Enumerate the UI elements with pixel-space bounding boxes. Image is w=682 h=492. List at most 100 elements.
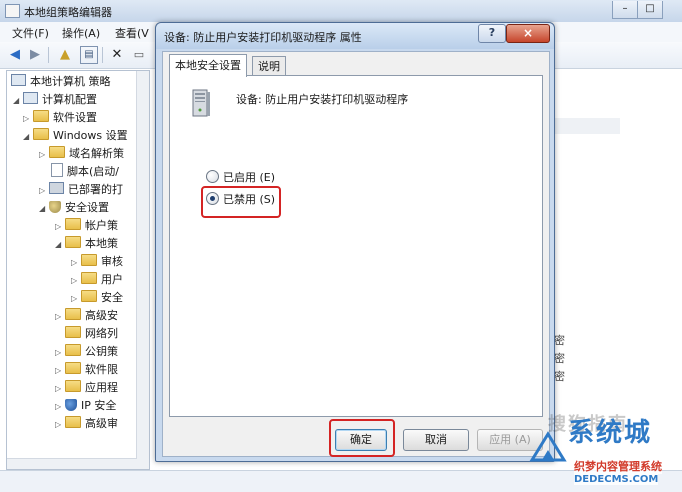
policy-device-label: 设备: 防止用户安装打印机驱动程序	[236, 93, 409, 106]
tree-item-advanced-firewall[interactable]: ▷ 高级安	[55, 307, 118, 325]
collapsed-arrow-icon[interactable]: ▷	[39, 182, 49, 200]
toolbar-separator	[102, 47, 103, 63]
enabled-radio-option[interactable]: 已启用 (E)	[206, 170, 275, 186]
back-arrow-icon[interactable]: ◀	[6, 46, 24, 64]
collapsed-arrow-icon[interactable]: ▷	[55, 362, 65, 380]
properties-dialog: 设备: 防止用户安装打印机驱动程序 属性 ? × 本地安全设置 说明 设备: 防…	[155, 22, 555, 462]
folder-icon	[33, 110, 49, 122]
editor-title: 本地组策略编辑器	[24, 6, 112, 19]
collapsed-arrow-icon[interactable]: ▷	[71, 254, 81, 272]
delete-icon[interactable]: ✕	[108, 46, 126, 64]
menu-file[interactable]: 文件(F)	[12, 25, 49, 41]
folder-lock-icon	[65, 236, 81, 248]
forward-arrow-icon[interactable]: ▶	[26, 46, 44, 64]
document-icon	[51, 163, 63, 177]
folder-icon	[33, 128, 49, 140]
folder-icon	[65, 308, 81, 320]
collapsed-arrow-icon[interactable]: ▷	[55, 398, 65, 416]
expanded-arrow-icon[interactable]: ◢	[55, 236, 65, 254]
tree-item-security-settings[interactable]: ◢ 安全设置	[39, 199, 109, 217]
folder-icon	[65, 380, 81, 392]
policy-row-fragment: 密	[554, 370, 565, 383]
tree-item-name-resolution-policy[interactable]: ▷ 域名解析策	[39, 145, 124, 163]
enabled-radio-button[interactable]	[206, 170, 219, 183]
collapsed-arrow-icon[interactable]: ▷	[55, 344, 65, 362]
dialog-client-area: 本地安全设置 说明 设备: 防止用户安装打印机驱动程序 已启用 (E) 已禁用 …	[162, 51, 550, 457]
tree-item-computer-config[interactable]: ◢ 计算机配置	[13, 91, 97, 109]
tree-item-public-key-policies[interactable]: ▷ 公钥策	[55, 343, 118, 361]
collapsed-arrow-icon[interactable]: ▷	[55, 308, 65, 326]
tree-item-deployed-printers[interactable]: ▷ 已部署的打	[39, 181, 123, 199]
tree-item-local-policies[interactable]: ◢ 本地策	[55, 235, 118, 253]
tree-item-software-settings[interactable]: ▷ 软件设置	[23, 109, 97, 127]
disabled-radio-option[interactable]: 已禁用 (S)	[206, 192, 275, 208]
tree-horizontal-scrollbar[interactable]	[7, 458, 137, 469]
expanded-arrow-icon[interactable]: ◢	[13, 92, 23, 110]
tree-item-windows-settings[interactable]: ◢ Windows 设置	[23, 127, 128, 145]
tree-item-ip-security[interactable]: ▷ IP 安全	[55, 397, 116, 415]
console-tree[interactable]: 本地计算机 策略 ◢ 计算机配置 ▷ 软件设置 ◢ Windows 设置 ▷ 域名解析策…	[6, 70, 150, 470]
policy-row-fragment: 密	[554, 352, 565, 365]
dialog-title: 设备: 防止用户安装打印机驱动程序 属性	[164, 31, 362, 44]
tree-item-advanced-audit[interactable]: ▷ 高级审	[55, 415, 118, 433]
column-header-fragment	[550, 118, 620, 134]
tree-item-audit-policy[interactable]: ▷ 审核	[71, 253, 123, 271]
ip-security-icon	[65, 399, 77, 411]
folder-icon	[65, 326, 81, 338]
collapsed-arrow-icon[interactable]: ▷	[55, 218, 65, 236]
collapsed-arrow-icon[interactable]: ▷	[55, 416, 65, 434]
site-logo-icon	[529, 431, 567, 462]
computer-icon	[23, 92, 38, 104]
disabled-radio-button[interactable]	[206, 192, 219, 205]
collapsed-arrow-icon[interactable]: ▷	[39, 146, 49, 164]
folder-lock-icon	[81, 290, 97, 302]
expanded-arrow-icon[interactable]: ◢	[39, 200, 49, 218]
tree-item-application-control[interactable]: ▷ 应用程	[55, 379, 118, 397]
collapsed-arrow-icon[interactable]: ▷	[71, 290, 81, 308]
tree-vertical-scrollbar[interactable]	[136, 71, 149, 469]
site-subtitle-watermark: 织梦内容管理系统	[574, 458, 662, 474]
policy-row-fragment: 密	[554, 334, 565, 347]
tree-item-local-computer-policy[interactable]: 本地计算机 策略	[11, 73, 111, 91]
toolbar-separator	[48, 47, 49, 63]
tree-item-user-rights[interactable]: ▷ 用户	[71, 271, 123, 289]
tree-item-network-list[interactable]: 网络列	[65, 325, 118, 343]
editor-titlebar: 本地组策略编辑器 – □	[0, 0, 682, 23]
close-button[interactable]: ×	[506, 24, 550, 43]
minimize-button[interactable]: –	[612, 1, 638, 19]
folder-icon	[49, 146, 65, 158]
collapsed-arrow-icon[interactable]: ▷	[55, 380, 65, 398]
tab-panel-local-security-setting: 设备: 防止用户安装打印机驱动程序 已启用 (E) 已禁用 (S)	[169, 75, 543, 417]
site-url-watermark: DEDECMS.COM	[574, 474, 659, 485]
tree-item-security-options[interactable]: ▷ 安全	[71, 289, 123, 307]
device-computer-icon	[192, 89, 210, 117]
tab-explain[interactable]: 说明	[252, 56, 286, 76]
cancel-button[interactable]: 取消	[403, 429, 469, 451]
tree-item-scripts[interactable]: 脚本(启动/	[49, 163, 119, 181]
help-button[interactable]: ?	[478, 24, 506, 43]
properties-icon[interactable]: ▭	[130, 46, 148, 64]
folder-icon	[65, 416, 81, 428]
menu-action[interactable]: 操作(A)	[62, 25, 100, 41]
collapsed-arrow-icon[interactable]: ▷	[23, 110, 33, 128]
collapsed-arrow-icon[interactable]: ▷	[71, 272, 81, 290]
expanded-arrow-icon[interactable]: ◢	[23, 128, 33, 146]
folder-lock-icon	[81, 272, 97, 284]
computer-icon	[11, 74, 26, 86]
folder-lock-icon	[81, 254, 97, 266]
tree-item-account-policies[interactable]: ▷ 帐户策	[55, 217, 118, 235]
editor-app-icon	[5, 4, 20, 18]
folder-icon	[65, 344, 81, 356]
show-hide-tree-icon[interactable]: ▤	[80, 46, 98, 64]
tree-item-software-restriction[interactable]: ▷ 软件限	[55, 361, 118, 379]
site-brand-watermark: 系统城	[568, 418, 653, 448]
folder-lock-icon	[65, 218, 81, 230]
menu-view[interactable]: 查看(V	[115, 25, 149, 41]
up-folder-icon[interactable]: ▲	[56, 46, 74, 64]
dialog-titlebar: 设备: 防止用户安装打印机驱动程序 属性 ? ×	[156, 23, 554, 49]
printer-icon	[49, 182, 64, 194]
maximize-button[interactable]: □	[637, 1, 663, 19]
tab-local-security-setting[interactable]: 本地安全设置	[169, 54, 247, 77]
security-settings-icon	[49, 201, 61, 213]
ok-button[interactable]: 确定	[335, 429, 387, 451]
